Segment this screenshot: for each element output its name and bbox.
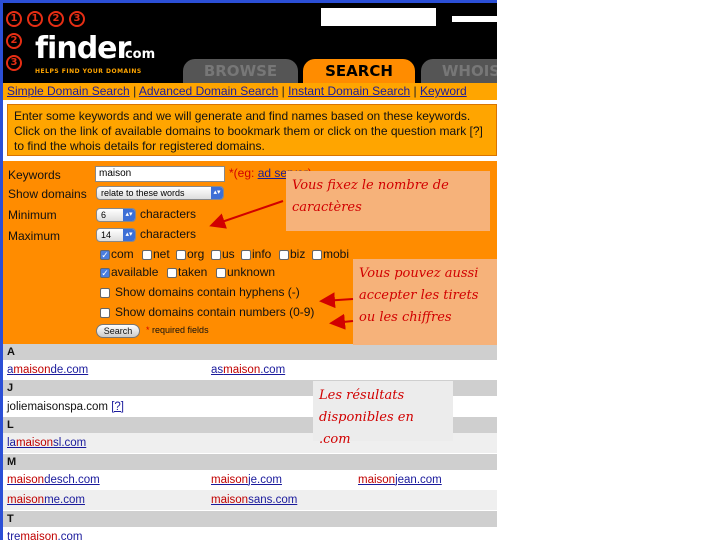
arrow-to-hyphens: [319, 292, 354, 309]
browser-page: 1 2 3 1 2 3 finder .com HELPS FIND YOUR …: [0, 0, 497, 540]
arrow-to-minmax: [209, 200, 284, 229]
arrow-to-numbers: [329, 313, 354, 330]
callout-arrows: [209, 200, 354, 330]
